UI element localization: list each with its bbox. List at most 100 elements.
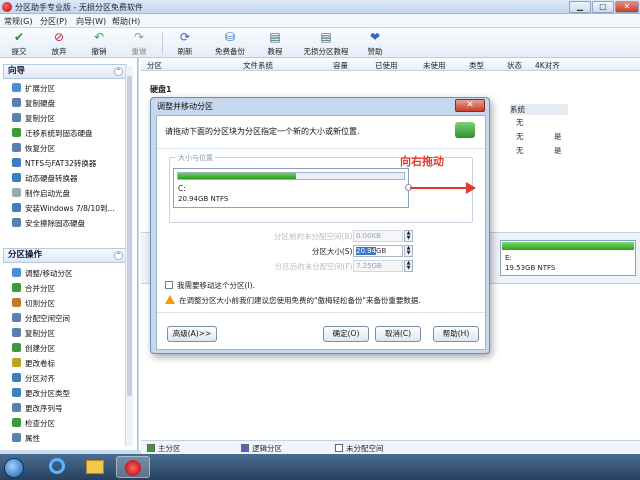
op-item-split[interactable]: 切割分区	[12, 297, 55, 311]
advanced-button[interactable]: 高级(A)>>	[167, 326, 217, 342]
op-item-copy-partition[interactable]: 复制分区	[12, 327, 55, 341]
partition-e-size: 19.53GB NTFS	[505, 264, 556, 272]
label-icon	[12, 358, 21, 367]
dialog-close-button[interactable]: ✕	[455, 99, 485, 112]
discard-button[interactable]: ⊘ 放弃	[44, 30, 74, 56]
spinner-icon: ▲ ▼	[404, 230, 413, 242]
migrate-icon	[12, 128, 21, 137]
refresh-icon: ⟳	[179, 30, 191, 44]
ie-taskbar-icon[interactable]	[40, 456, 74, 478]
menu-wizard[interactable]: 向导(W)	[76, 16, 106, 27]
warning-icon	[165, 295, 175, 304]
free-backup-button[interactable]: ⛁ 免费备份	[208, 30, 252, 56]
tutorial-button[interactable]: ▤ 教程	[260, 30, 290, 56]
dialog-instruction: 请拖动下面的分区块为分区指定一个新的大小或新位置.	[165, 127, 360, 136]
ok-button[interactable]: 确定(O)	[323, 326, 369, 342]
collapse-icon[interactable]: ⌃	[114, 67, 123, 76]
partition-block-e[interactable]: E: 19.53GB NTFS	[500, 240, 636, 276]
op-item-properties[interactable]: 属性	[12, 432, 40, 446]
close-button[interactable]: ✕	[615, 1, 639, 13]
partition-size-spinner[interactable]: ▲ ▼	[404, 245, 413, 257]
wizard-item-dynamic-disk[interactable]: 动态硬盘转换器	[12, 172, 78, 186]
partition-block-c[interactable]: C: 20.94GB NTFS	[173, 168, 409, 208]
commit-button[interactable]: ✔ 提交	[4, 30, 34, 56]
unallocated-before-label: 分区前的未分配空间(B):	[273, 232, 355, 241]
resize-icon	[12, 268, 21, 277]
tutorial-icon: ▤	[269, 30, 281, 44]
undo-button[interactable]: ↶ 撤销	[84, 30, 114, 56]
collapse-icon[interactable]: ⌃	[114, 251, 123, 260]
wizard-panel-header[interactable]: 向导 ⌃	[3, 64, 127, 79]
cancel-button[interactable]: 取消(C)	[375, 326, 421, 342]
background-table-fragment: 系统 无 无 无 是 是	[500, 101, 570, 161]
recover-icon	[12, 143, 21, 152]
partition-size-input[interactable]: 20.94GB	[353, 245, 403, 257]
wizard-item-extend-partition[interactable]: 扩展分区	[12, 82, 55, 96]
col-used[interactable]: 已使用	[375, 60, 398, 71]
col-type[interactable]: 类型	[469, 60, 484, 71]
col-filesystem[interactable]: 文件系统	[243, 60, 273, 71]
op-item-resize-move[interactable]: 调整/移动分区	[12, 267, 73, 281]
op-item-create-partition[interactable]: 创建分区	[12, 342, 55, 356]
discard-icon: ⊘	[53, 30, 65, 44]
wizard-item-bootable-cd[interactable]: 制作启动光盘	[12, 187, 70, 201]
refresh-button[interactable]: ⟳ 刷新	[170, 30, 200, 56]
col-free[interactable]: 未使用	[423, 60, 446, 71]
op-item-allocate-free[interactable]: 分配空闲空间	[12, 312, 70, 326]
wizard-item-migrate-os[interactable]: 迁移系统到固态硬盘	[12, 127, 93, 141]
unallocated-after-label: 分区后的未分配空间(F):	[274, 262, 355, 271]
disk-copy-icon	[12, 98, 21, 107]
col-status[interactable]: 状态	[507, 60, 522, 71]
wizard-item-recover-partition[interactable]: 恢复分区	[12, 142, 55, 156]
copy-icon	[12, 328, 21, 337]
menu-partition[interactable]: 分区(P)	[40, 16, 67, 27]
op-item-change-label[interactable]: 更改卷标	[12, 357, 55, 371]
move-partition-checkbox[interactable]: 我需要移动这个分区(I).	[165, 280, 255, 291]
checkbox-box[interactable]	[165, 281, 173, 289]
bg-cell: 无	[516, 118, 524, 127]
lossless-tutorial-button[interactable]: ▤ 无损分区教程	[298, 30, 354, 56]
maximize-button[interactable]: □	[592, 1, 614, 13]
partition-usage-bar	[177, 172, 405, 180]
convert-icon	[12, 158, 21, 167]
op-item-check[interactable]: 检查分区	[12, 417, 55, 431]
check-partition-icon	[12, 418, 21, 427]
col-partition[interactable]: 分区	[147, 60, 162, 71]
merge-icon	[12, 283, 21, 292]
unallocated-after-row: 分区后的未分配空间(F): 7.25GB ▲ ▼	[177, 260, 457, 272]
create-icon	[12, 343, 21, 352]
backup-icon: ⛁	[224, 30, 236, 44]
sponsor-button[interactable]: ❤ 赞助	[360, 30, 390, 56]
serial-icon	[12, 403, 21, 412]
wizard-item-copy-partition[interactable]: 复制分区	[12, 112, 55, 126]
minimize-button[interactable]: ▁	[569, 1, 591, 13]
op-item-merge[interactable]: 合并分区	[12, 282, 55, 296]
explorer-taskbar-icon[interactable]	[78, 456, 112, 478]
scrollbar-thumb[interactable]	[127, 76, 132, 396]
extend-icon	[12, 83, 21, 92]
wizard-item-install-windows[interactable]: 安装Windows 7/8/10到...	[12, 202, 115, 216]
legend-unallocated: 未分配空间	[346, 444, 384, 453]
allocate-icon	[12, 313, 21, 322]
wizard-item-ntfs-fat32[interactable]: NTFS与FAT32转换器	[12, 157, 96, 171]
menu-general[interactable]: 常规(G)	[4, 16, 32, 27]
menu-help[interactable]: 帮助(H)	[112, 16, 140, 27]
unallocated-before-input: 0.00KB	[353, 230, 403, 242]
wizard-item-copy-disk[interactable]: 复制硬盘	[12, 97, 55, 111]
wizard-item-ssd-erase[interactable]: 安全擦除固态硬盘	[12, 217, 85, 231]
dialog-body: 请拖动下面的分区块为分区指定一个新的大小或新位置. 大小与位置 向右拖动 C: …	[156, 115, 486, 350]
op-item-align[interactable]: 分区对齐	[12, 372, 55, 386]
redo-icon: ↷	[133, 30, 145, 44]
help-button[interactable]: 帮助(H)	[433, 326, 479, 342]
col-capacity[interactable]: 容量	[333, 60, 348, 71]
ops-panel-header[interactable]: 分区操作 ⌃	[3, 248, 127, 263]
col-4k-align[interactable]: 4K对齐	[535, 60, 560, 71]
partition-usage-fill	[178, 173, 296, 179]
op-item-change-serial[interactable]: 更改序列号	[12, 402, 63, 416]
start-button[interactable]	[4, 458, 24, 478]
bg-cell: 是	[554, 146, 562, 155]
redo-button[interactable]: ↷ 重做	[124, 30, 154, 56]
partition-assistant-taskbar-icon[interactable]	[116, 456, 150, 478]
op-item-change-type[interactable]: 更改分区类型	[12, 387, 70, 401]
left-panel-scrollbar[interactable]	[125, 66, 133, 446]
